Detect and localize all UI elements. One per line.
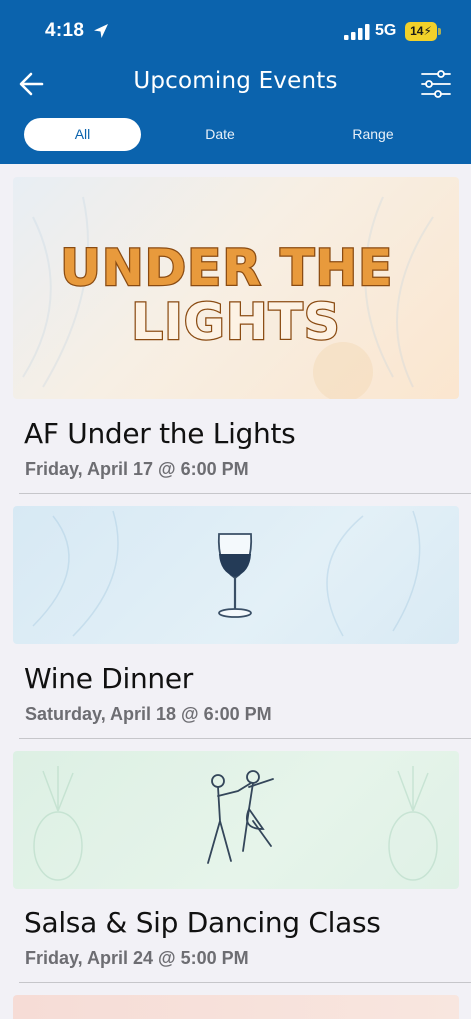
event-date: Friday, April 17 @ 6:00 PM: [25, 459, 249, 479]
event-title[interactable]: Wine Dinner: [24, 662, 193, 695]
sliders-icon[interactable]: [416, 66, 456, 102]
battery-charging-icon: 14⚡︎: [405, 22, 437, 41]
battery-cap: [438, 28, 441, 35]
tab-range[interactable]: Range: [313, 118, 433, 151]
event-banner-under-the-lights[interactable]: UNDER THE LIGHTS: [13, 177, 459, 399]
location-arrow-icon: [94, 24, 108, 38]
banner-line-1: UNDER THE: [60, 239, 393, 297]
signal-bars-icon: [344, 24, 370, 40]
event-banner-wine-dinner[interactable]: [13, 506, 459, 644]
tab-all[interactable]: All: [24, 118, 141, 151]
dancing-couple-icon: [33, 766, 438, 881]
status-time: 4:18: [45, 20, 85, 41]
event-title[interactable]: Salsa & Sip Dancing Class: [24, 906, 381, 939]
banner-graphic: UNDER THE LIGHTS: [22, 196, 434, 399]
bolt-icon: ⚡︎: [423, 24, 432, 38]
event-date: Friday, April 24 @ 5:00 PM: [25, 948, 249, 968]
banner-title: UNDER THE LIGHTS: [60, 239, 412, 351]
event-title[interactable]: AF Under the Lights: [24, 417, 296, 450]
tab-date[interactable]: Date: [160, 118, 280, 151]
banner-line-2: LIGHTS: [131, 293, 340, 351]
page-title: Upcoming Events: [133, 68, 338, 94]
status-bar: 4:18 5G 14⚡︎: [0, 0, 471, 62]
event-banner-next[interactable]: [13, 995, 459, 1019]
event-banner-salsa[interactable]: [13, 751, 459, 889]
battery-level: 14: [410, 24, 424, 38]
divider: [19, 982, 471, 983]
divider: [19, 493, 471, 494]
network-type: 5G: [375, 22, 397, 39]
divider: [19, 738, 471, 739]
app-header: 4:18 5G 14⚡︎ Upcoming Events All Date Ra…: [0, 0, 471, 164]
event-date: Saturday, April 18 @ 6:00 PM: [25, 704, 272, 724]
wine-glass-icon: [32, 510, 421, 637]
